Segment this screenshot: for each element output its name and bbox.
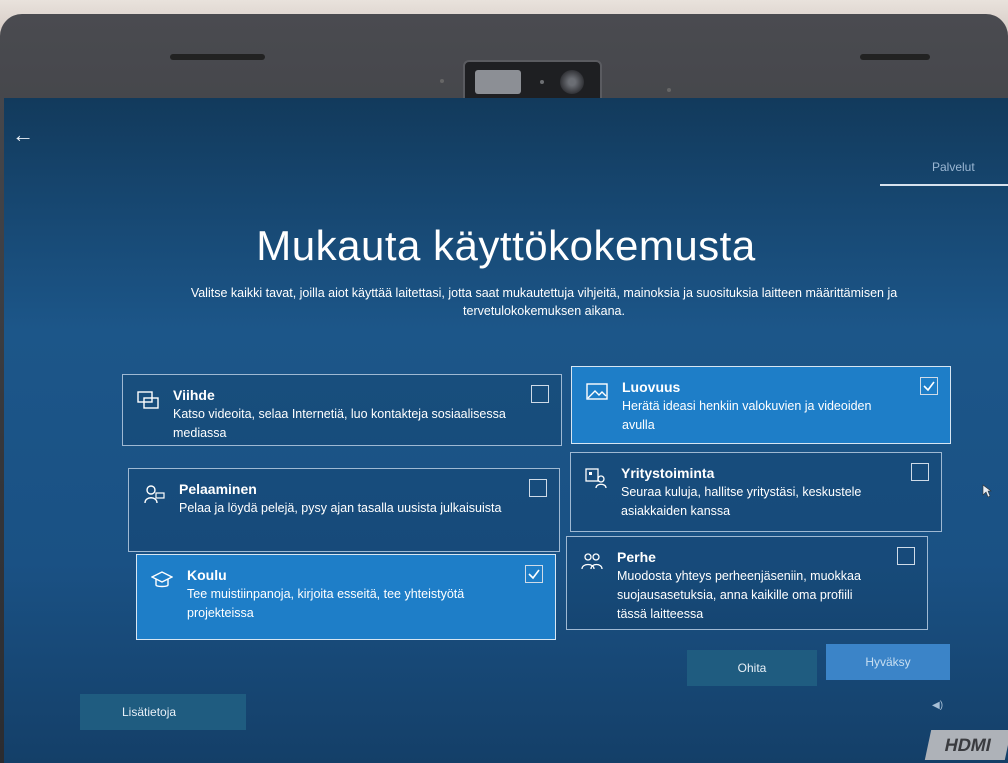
option-title: Yritystoiminta <box>621 465 715 481</box>
option-tile-business[interactable]: Yritystoiminta Seuraa kuluja, hallitse y… <box>570 452 942 532</box>
option-description: Katso videoita, selaa Internetiä, luo ko… <box>173 407 506 440</box>
setup-screen: ← Palvelut Mukauta käyttökokemusta Valit… <box>4 98 1008 763</box>
page-title: Mukauta käyttökokemusta <box>256 222 756 269</box>
webcam-shutter <box>475 70 521 94</box>
option-description: Tee muistiinpanoja, kirjoita esseitä, te… <box>187 587 465 620</box>
step-label: Palvelut <box>932 160 975 174</box>
family-icon <box>581 553 603 570</box>
option-description: Seuraa kuluja, hallitse yritystäsi, kesk… <box>621 485 862 518</box>
option-description: Muodosta yhteys perheenjäseniin, muokkaa… <box>617 569 861 621</box>
hdmi-logo: HDMI <box>924 730 1008 760</box>
business-icon <box>585 468 607 489</box>
mouse-cursor-icon <box>982 484 992 498</box>
entertainment-icon <box>137 391 159 409</box>
mic-dot-right <box>667 88 671 92</box>
bezel-ridge-left <box>170 54 265 60</box>
mic-dot-left <box>440 79 444 83</box>
option-tile-creativity[interactable]: Luovuus Herätä ideasi henkiin valokuvien… <box>571 366 951 444</box>
option-tile-school[interactable]: Koulu Tee muistiinpanoja, kirjoita essei… <box>136 554 556 640</box>
option-tile-gaming[interactable]: Pelaaminen Pelaa ja löydä pelejä, pysy a… <box>128 468 560 552</box>
option-title: Luovuus <box>622 379 681 395</box>
option-tile-entertainment[interactable]: Viihde Katso videoita, selaa Internetiä,… <box>122 374 562 446</box>
option-tile-family[interactable]: Perhe Muodosta yhteys perheenjäseniin, m… <box>566 536 928 630</box>
option-title: Koulu <box>187 567 227 583</box>
gaming-icon <box>144 485 165 504</box>
option-description: Herätä ideasi henkiin valokuvien ja vide… <box>622 399 872 432</box>
option-title: Pelaaminen <box>179 481 257 497</box>
checkmark-icon <box>923 381 935 392</box>
page-subtitle: Valitse kaikki tavat, joilla aiot käyttä… <box>190 286 898 318</box>
option-checkbox[interactable] <box>911 463 929 481</box>
option-description: Pelaa ja löydä pelejä, pysy ajan tasalla… <box>179 501 502 515</box>
option-title: Perhe <box>617 549 656 565</box>
option-checkbox[interactable] <box>529 479 547 497</box>
checkmark-icon <box>528 569 540 580</box>
webcam-led <box>540 80 544 84</box>
option-checkbox-checked[interactable] <box>525 565 543 583</box>
option-checkbox[interactable] <box>897 547 915 565</box>
webcam-lens <box>560 70 584 94</box>
volume-icon[interactable]: ◀) <box>932 700 943 711</box>
option-title: Viihde <box>173 387 215 403</box>
creativity-icon <box>586 383 608 400</box>
step-progress-underline <box>880 184 1008 186</box>
more-info-button[interactable]: Lisätietoja <box>80 694 246 730</box>
accept-button[interactable]: Hyväksy <box>826 644 950 680</box>
option-checkbox-checked[interactable] <box>920 377 938 395</box>
skip-button[interactable]: Ohita <box>687 650 817 686</box>
back-arrow-icon[interactable]: ← <box>12 124 34 146</box>
option-checkbox[interactable] <box>531 385 549 403</box>
bezel-ridge-right <box>860 54 930 60</box>
school-icon <box>151 571 173 588</box>
